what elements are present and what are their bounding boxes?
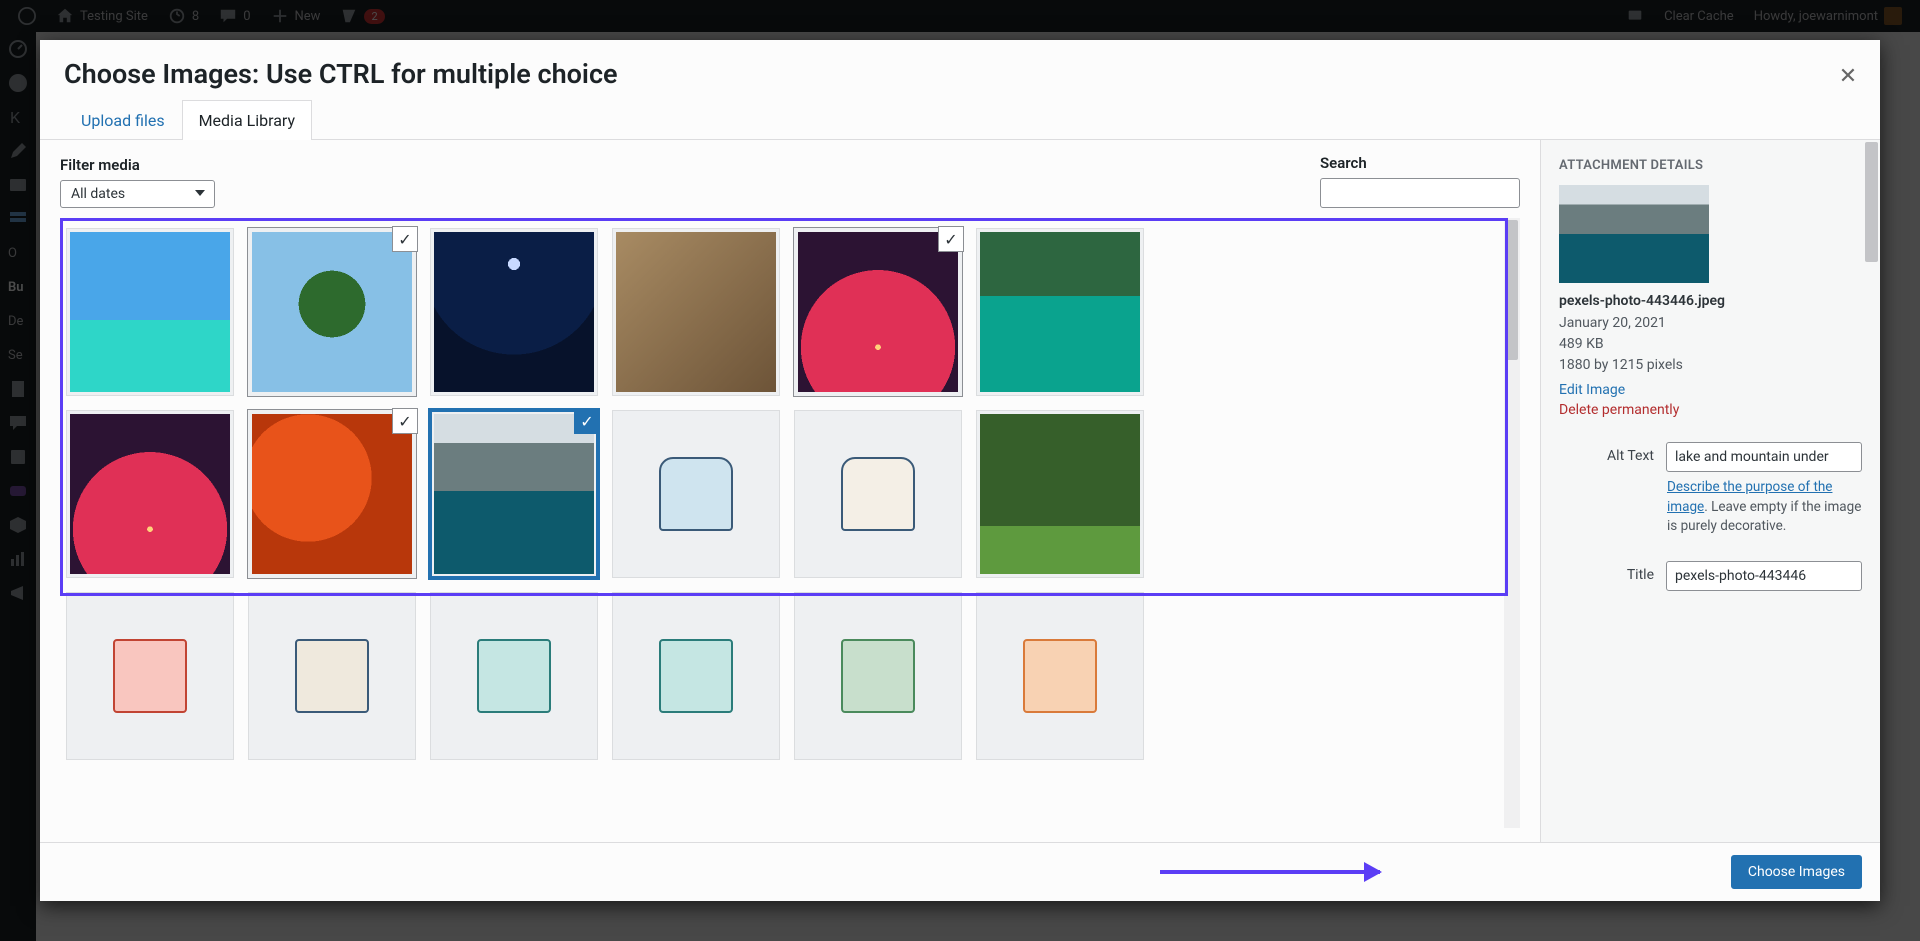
tab-upload[interactable]: Upload files (64, 100, 182, 140)
media-main: Filter media All dates Search ✓ ✓ ✓ ✓ (40, 140, 1540, 842)
thumb-image (798, 232, 958, 392)
check-icon: ✓ (938, 226, 964, 252)
thumb-shirt-red[interactable] (66, 592, 234, 760)
details-scrollbar[interactable] (1865, 142, 1878, 262)
thumb-image (980, 414, 1140, 574)
delete-link[interactable]: Delete permanently (1559, 402, 1679, 418)
modal-footer: Choose Images (40, 842, 1880, 901)
thumb-sunset-tree[interactable]: ✓ (794, 228, 962, 396)
search-label: Search (1320, 154, 1520, 172)
thumb-image (70, 232, 230, 392)
thumb-shirt-orange[interactable] (976, 592, 1144, 760)
modal-header: Choose Images: Use CTRL for multiple cho… (40, 40, 1880, 100)
details-dims: 1880 by 1215 pixels (1559, 355, 1862, 376)
details-filename: pexels-photo-443446.jpeg (1559, 293, 1862, 309)
media-grid: ✓ ✓ ✓ ✓ (60, 218, 1520, 770)
tab-media-library[interactable]: Media Library (182, 100, 312, 140)
thumb-image (616, 232, 776, 392)
details-thumbnail (1559, 185, 1709, 283)
thumb-image (252, 232, 412, 392)
media-grid-wrap[interactable]: ✓ ✓ ✓ ✓ (60, 218, 1520, 828)
thumb-image (980, 232, 1140, 392)
thumb-image (980, 596, 1140, 756)
title-field-label: Title (1559, 561, 1654, 583)
thumb-image (798, 596, 958, 756)
filter-date-select[interactable]: All dates (60, 180, 215, 208)
thumb-image (252, 596, 412, 756)
thumb-hoodie-blue[interactable] (612, 410, 780, 578)
filter-label: Filter media (60, 156, 215, 174)
thumb-shirt-teal-2[interactable] (612, 592, 780, 760)
thumb-desert[interactable] (612, 228, 780, 396)
thumb-lake-mountain[interactable]: ✓ (430, 410, 598, 578)
details-date: January 20, 2021 (1559, 313, 1862, 334)
thumb-autumn[interactable]: ✓ (248, 410, 416, 578)
edit-image-link[interactable]: Edit Image (1559, 382, 1625, 398)
thumb-image (798, 414, 958, 574)
thumb-image (616, 596, 776, 756)
thumb-image (434, 414, 594, 574)
modal-tabs: Upload files Media Library (40, 100, 1880, 140)
alt-text-help: Describe the purpose of the image. Leave… (1667, 478, 1862, 537)
thumb-night-dock[interactable] (430, 228, 598, 396)
check-icon: ✓ (392, 226, 418, 252)
modal-title: Choose Images: Use CTRL for multiple cho… (64, 58, 1856, 90)
alt-text-input[interactable] (1666, 442, 1862, 472)
grid-scrollbar[interactable] (1504, 218, 1520, 828)
thumb-shirt-teal[interactable] (430, 592, 598, 760)
thumb-forest[interactable] (976, 410, 1144, 578)
annotation-arrow (1160, 870, 1380, 874)
thumb-shirt-cream[interactable] (248, 592, 416, 760)
thumb-river[interactable] (976, 228, 1144, 396)
thumb-image (70, 414, 230, 574)
search-input[interactable] (1320, 178, 1520, 208)
close-button[interactable]: ✕ (1828, 56, 1868, 96)
thumb-shirt-green[interactable] (794, 592, 962, 760)
close-icon: ✕ (1839, 64, 1857, 89)
check-icon: ✓ (392, 408, 418, 434)
details-size: 489 KB (1559, 334, 1862, 355)
thumb-beach[interactable] (66, 228, 234, 396)
thumb-island[interactable]: ✓ (248, 228, 416, 396)
thumb-hoodie-cream[interactable] (794, 410, 962, 578)
media-modal: Choose Images: Use CTRL for multiple cho… (40, 40, 1880, 901)
title-input[interactable] (1666, 561, 1862, 591)
attachment-details: ATTACHMENT DETAILS pexels-photo-443446.j… (1540, 140, 1880, 842)
choose-images-button[interactable]: Choose Images (1731, 855, 1862, 889)
thumb-image (434, 232, 594, 392)
thumb-image (252, 414, 412, 574)
details-heading: ATTACHMENT DETAILS (1559, 158, 1862, 173)
alt-text-label: Alt Text (1559, 442, 1654, 464)
check-icon: ✓ (574, 408, 600, 434)
thumb-image (434, 596, 594, 756)
thumb-image (70, 596, 230, 756)
thumb-image (616, 414, 776, 574)
thumb-sunset-tree-2[interactable] (66, 410, 234, 578)
